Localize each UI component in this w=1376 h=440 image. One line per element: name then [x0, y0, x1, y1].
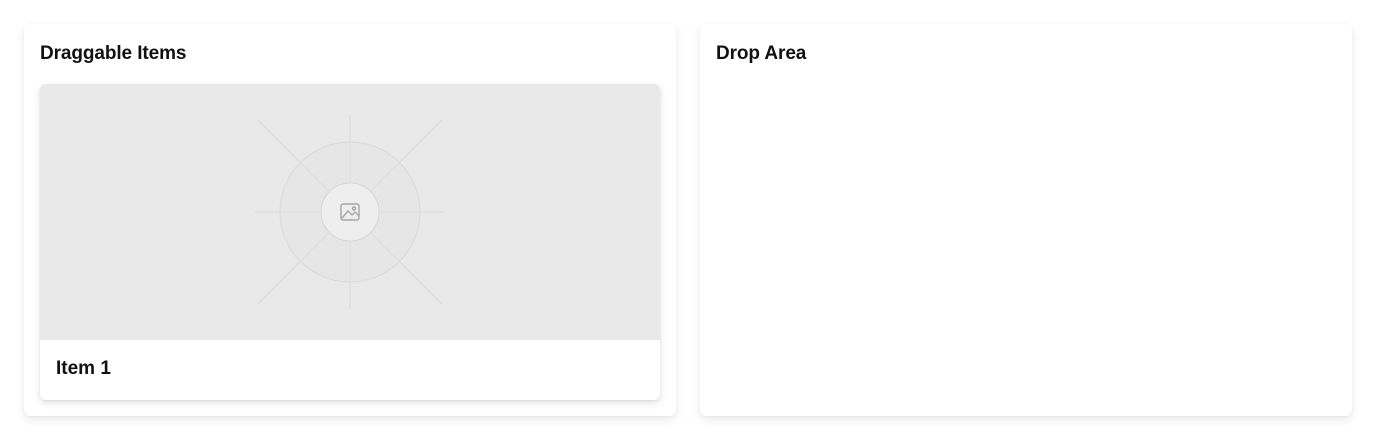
draggable-items-panel: Draggable Items Item 1	[24, 24, 676, 416]
draggable-item-card[interactable]: Item 1	[40, 84, 660, 400]
placeholder-illustration	[255, 114, 445, 310]
drop-zone[interactable]	[700, 84, 1352, 416]
item-image-placeholder	[40, 84, 660, 340]
drop-area-title: Drop Area	[716, 43, 807, 64]
drop-area-panel[interactable]: Drop Area	[700, 24, 1352, 416]
item-label: Item 1	[56, 358, 111, 379]
draggable-items-title: Draggable Items	[40, 43, 187, 64]
drag-drop-demo: Draggable Items Item 1 Drop Area	[0, 0, 1376, 440]
